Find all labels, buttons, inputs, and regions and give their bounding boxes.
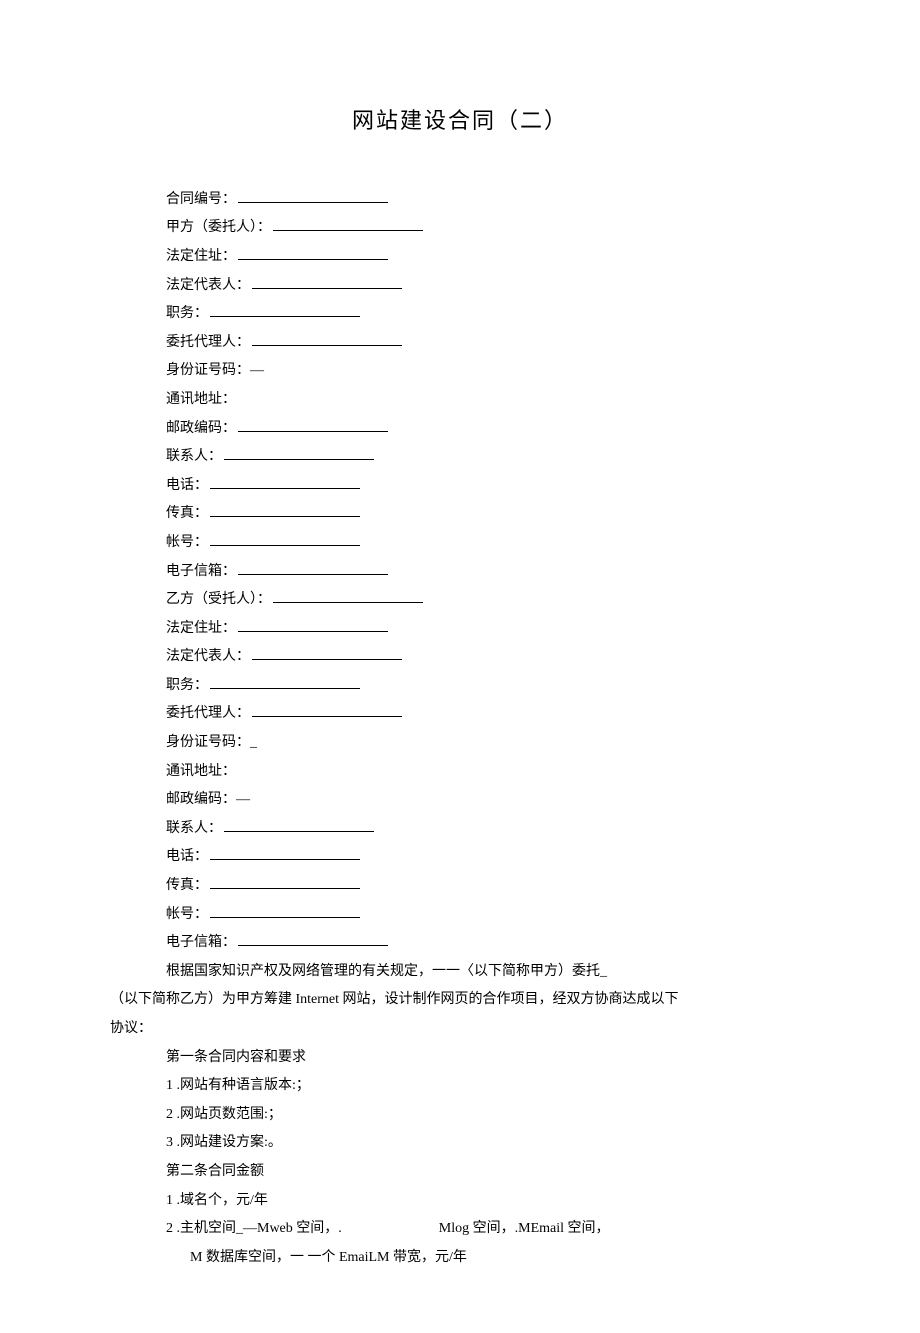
blank-line [252,646,402,660]
field-partyB-email: 电子信箱： [110,930,810,957]
field-partyA-mailaddr: 通讯地址： [110,387,810,414]
article1-item3: 3 .网站建设方案:。 [110,1130,810,1157]
label: 身份证号码：— [166,363,264,378]
field-partyA-legalrep: 法定代表人： [110,273,810,300]
blank-line [238,932,388,946]
field-partyA-fax: 传真： [110,501,810,528]
label: 身份证号码：_ [166,735,257,750]
label: 帐号： [166,907,208,922]
field-partyB-name: 乙方（受托人）： [110,587,810,614]
document-body: 合同编号： 甲方（委托人）： 法定住址： 法定代表人： 职务： 委托代理人： 身… [110,187,810,1272]
text: Mlog 空间，.MEmail 空间， [439,1221,610,1236]
label: 甲方（委托人）： [166,220,271,235]
label: 合同编号： [166,192,236,207]
field-contract-no: 合同编号： [110,187,810,214]
article2-item2: 2 .主机空间_—Mweb 空间，. Mlog 空间，.MEmail 空间， [110,1216,810,1243]
preamble-line3: 协议： [110,1016,810,1043]
field-partyA-id: 身份证号码：— [110,358,810,385]
blank-line [238,246,388,260]
label: 法定住址： [166,249,236,264]
article1-heading: 第一条合同内容和要求 [110,1045,810,1072]
blank-line [210,875,360,889]
blank-line [238,418,388,432]
article2-item3: M 数据库空间，一 一个 EmaiLM 带宽，元/年 [110,1245,810,1272]
label: 通讯地址： [166,392,236,407]
field-partyB-contact: 联系人： [110,816,810,843]
blank-line [210,475,360,489]
field-partyB-mailaddr: 通讯地址： [110,759,810,786]
field-partyA-position: 职务： [110,301,810,328]
field-partyB-legalrep: 法定代表人： [110,644,810,671]
blank-line [224,446,374,460]
field-partyB-address: 法定住址： [110,616,810,643]
field-partyA-contact: 联系人： [110,444,810,471]
field-partyA-agent: 委托代理人： [110,330,810,357]
label: 职务： [166,306,208,321]
blank-line [224,818,374,832]
field-partyA-account: 帐号： [110,530,810,557]
blank-line [273,217,423,231]
field-partyA-postal: 邮政编码： [110,416,810,443]
label: 电子信箱： [166,564,236,579]
blank-line [238,189,388,203]
blank-line [210,303,360,317]
article1-item1: 1 .网站有种语言版本:； [110,1073,810,1100]
text: 2 .主机空间_—Mweb 空间，. [166,1221,342,1236]
blank-line [210,675,360,689]
article2-item1: 1 .域名个，元/年 [110,1188,810,1215]
field-partyB-agent: 委托代理人： [110,701,810,728]
label: 电话： [166,849,208,864]
label: 传真： [166,506,208,521]
label: 传真： [166,878,208,893]
field-partyB-id: 身份证号码：_ [110,730,810,757]
field-partyB-phone: 电话： [110,844,810,871]
label: 电子信箱： [166,935,236,950]
label: 邮政编码： [166,421,236,436]
article1-item2: 2 .网站页数范围:； [110,1102,810,1129]
label: 委托代理人： [166,335,250,350]
blank-line [273,589,423,603]
blank-line [238,561,388,575]
field-partyA-address: 法定住址： [110,244,810,271]
label: 联系人： [166,821,222,836]
label: 职务： [166,678,208,693]
label: 电话： [166,478,208,493]
blank-line [238,618,388,632]
blank-line [210,532,360,546]
preamble-line2: （以下简称乙方）为甲方筹建 Internet 网站，设计制作网页的合作项目，经双… [110,987,810,1014]
label: 乙方（受托人）： [166,592,271,607]
preamble-line1: 根据国家知识产权及网络管理的有关规定，一一〈以下简称甲方）委托_ [110,959,810,986]
label: 法定住址： [166,621,236,636]
article2-heading: 第二条合同金额 [110,1159,810,1186]
blank-line [210,503,360,517]
label: 帐号： [166,535,208,550]
label: 通讯地址： [166,764,236,779]
label: 邮政编码：— [166,792,250,807]
field-partyB-account: 帐号： [110,902,810,929]
field-partyA-name: 甲方（委托人）： [110,215,810,242]
field-partyB-fax: 传真： [110,873,810,900]
blank-line [252,332,402,346]
label: 联系人： [166,449,222,464]
field-partyA-phone: 电话： [110,473,810,500]
label: 法定代表人： [166,278,250,293]
blank-line [252,275,402,289]
label: 委托代理人： [166,706,250,721]
field-partyB-postal: 邮政编码：— [110,787,810,814]
field-partyB-position: 职务： [110,673,810,700]
blank-line [210,846,360,860]
label: 法定代表人： [166,649,250,664]
field-partyA-email: 电子信箱： [110,559,810,586]
blank-line [252,703,402,717]
blank-line [210,904,360,918]
document-title: 网站建设合同（二） [110,100,810,142]
